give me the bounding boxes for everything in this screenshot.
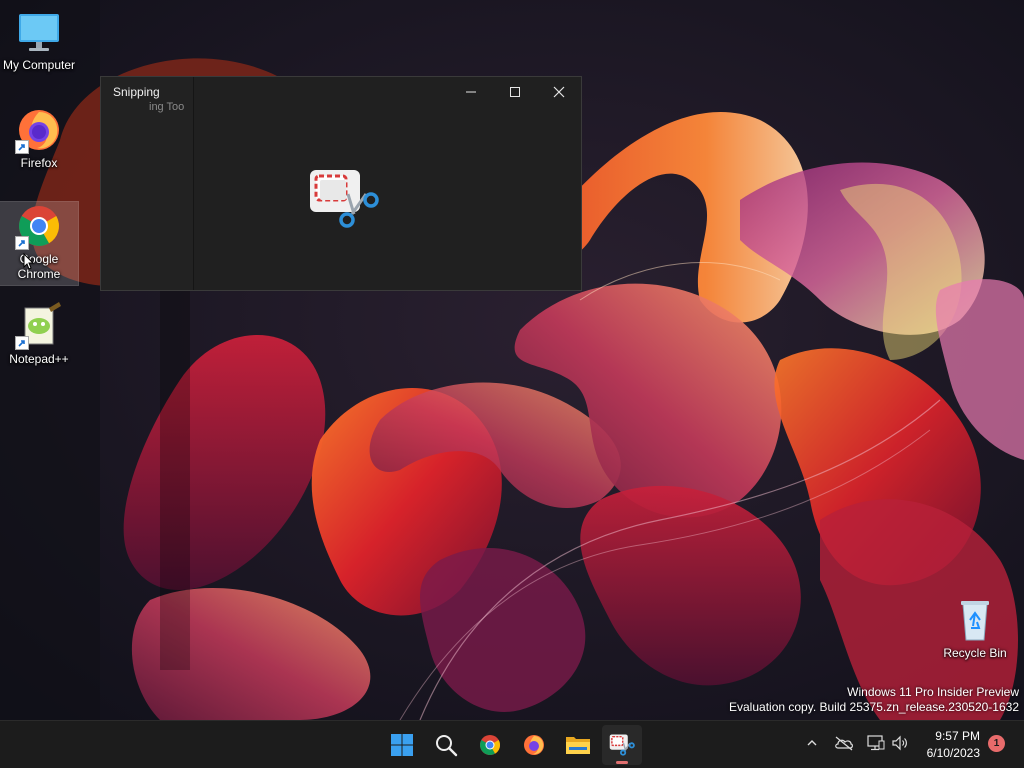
desktop-icon-notepadpp[interactable]: Notepad++ xyxy=(0,302,78,367)
taskbar-firefox-button[interactable] xyxy=(514,725,554,765)
shortcut-arrow-icon xyxy=(15,336,29,350)
minimize-button[interactable] xyxy=(449,77,493,107)
snipping-tool-window[interactable]: Snipping ing Too xyxy=(100,76,582,291)
mouse-cursor-icon xyxy=(23,253,35,270)
desktop-icon-label: Recycle Bin xyxy=(943,646,1007,660)
watermark-edition: Windows 11 Pro Insider Preview xyxy=(847,685,1019,699)
desktop-icon-label: Google Chrome xyxy=(17,252,61,281)
notification-badge[interactable]: 1 xyxy=(988,735,1005,752)
close-button[interactable] xyxy=(537,77,581,107)
start-icon xyxy=(391,734,413,756)
recycle-bin-icon xyxy=(951,596,999,644)
network-icon xyxy=(867,735,885,751)
maximize-button[interactable] xyxy=(493,77,537,107)
taskbar-snipping-tool-button[interactable] xyxy=(602,725,642,765)
desktop-icon-my-computer[interactable]: My Computer xyxy=(0,8,78,73)
taskbar-clock[interactable]: 9:57 PM 6/10/2023 xyxy=(916,728,980,762)
notepadpp-icon xyxy=(15,302,63,350)
chrome-icon xyxy=(15,202,63,250)
maximize-icon xyxy=(510,87,520,97)
taskbar: 9:57 PM 6/10/2023 1 xyxy=(0,720,1024,768)
clock-time: 9:57 PM xyxy=(935,729,980,743)
desktop-icon-label: Firefox xyxy=(20,156,58,170)
show-hidden-icons-button[interactable] xyxy=(802,733,822,753)
volume-tray-button[interactable] xyxy=(890,733,910,753)
onedrive-tray-button[interactable] xyxy=(834,733,854,753)
close-icon xyxy=(553,86,565,98)
taskbar-file-explorer-button[interactable] xyxy=(558,725,598,765)
start-button[interactable] xyxy=(382,725,422,765)
desktop-icon-label: Notepad++ xyxy=(9,352,69,366)
search-button[interactable] xyxy=(426,725,466,765)
shortcut-arrow-icon xyxy=(15,236,29,250)
onedrive-offline-icon xyxy=(835,736,853,751)
desktop-icon-firefox[interactable]: Firefox xyxy=(0,106,78,171)
taskbar-chrome-button[interactable] xyxy=(470,725,510,765)
desktop-icon-chrome[interactable]: Google Chrome xyxy=(0,201,79,286)
desktop-icon-recycle-bin[interactable]: Recycle Bin xyxy=(936,596,1014,661)
firefox-icon xyxy=(15,106,63,154)
monitor-icon xyxy=(15,8,63,56)
active-app-indicator xyxy=(616,761,628,764)
chevron-up-icon xyxy=(807,740,817,746)
windows-watermark: Windows 11 Pro Insider Preview Evaluatio… xyxy=(729,685,1019,715)
minimize-icon xyxy=(466,91,476,93)
shortcut-arrow-icon xyxy=(15,140,29,154)
chrome-icon xyxy=(480,735,500,755)
watermark-build: Evaluation copy. Build 25375.zn_release.… xyxy=(729,700,1019,714)
clock-date: 6/10/2023 xyxy=(926,746,980,760)
snipping-tool-icon xyxy=(609,734,635,756)
file-explorer-icon xyxy=(566,737,590,754)
window-title: Snipping xyxy=(113,85,160,99)
volume-icon xyxy=(892,735,907,751)
desktop-icon-label: My Computer xyxy=(2,58,76,72)
firefox-icon xyxy=(524,735,544,755)
window-divider xyxy=(193,77,194,290)
snipping-tool-icon xyxy=(310,170,379,228)
network-tray-button[interactable] xyxy=(866,733,886,753)
ghost-window-title: ing Too xyxy=(149,101,185,113)
search-icon xyxy=(436,735,458,757)
